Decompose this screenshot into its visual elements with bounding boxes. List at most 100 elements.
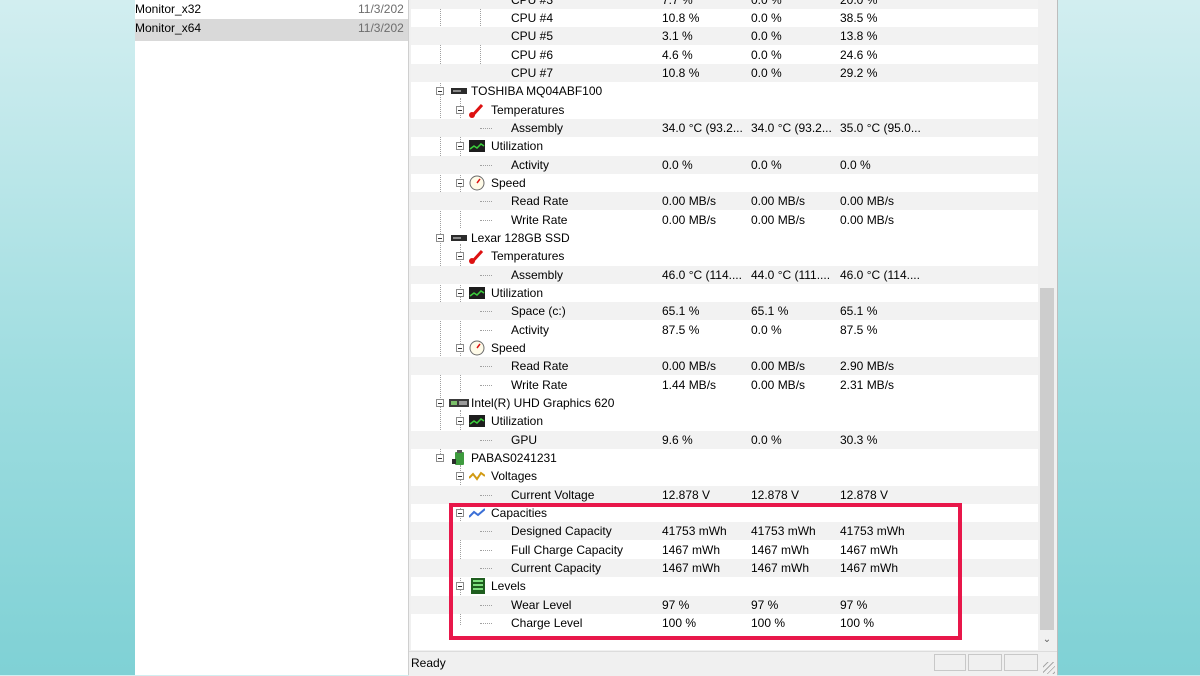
group-row-temperatures[interactable]: Temperatures [411, 247, 1038, 265]
sensor-min: 0.00 MB/s [751, 359, 806, 373]
group-row-voltages[interactable]: Voltages [411, 467, 1038, 485]
status-panel [934, 654, 966, 671]
sensor-row-read-rate[interactable]: Read Rate 0.00 MB/s 0.00 MB/s 2.90 MB/s [411, 357, 1038, 375]
hard-drive-icon [451, 235, 467, 241]
sensor-label: Assembly [511, 121, 564, 135]
sensor-max: 2.31 MB/s [840, 378, 895, 392]
sensor-label: Read Rate [511, 359, 569, 373]
sensor-value: 46.0 °C (114.... [662, 268, 742, 282]
sensor-value: 1.44 MB/s [662, 378, 717, 392]
sensor-value: 10.8 % [662, 11, 700, 25]
highlight-box [449, 503, 962, 640]
group-label: Voltages [491, 469, 538, 483]
file-name: Monitor_x32 [135, 2, 202, 16]
sensor-row-activity[interactable]: Activity 0.0 % 0.0 % 0.0 % [411, 156, 1038, 174]
group-row-utilization[interactable]: Utilization [411, 412, 1038, 430]
sensor-max: 2.90 MB/s [840, 359, 895, 373]
collapse-toggle[interactable] [456, 289, 464, 297]
sensor-label: Write Rate [511, 213, 568, 227]
sensor-min: 12.878 V [751, 488, 800, 502]
sensor-row-assembly[interactable]: Assembly 46.0 °C (114.... 44.0 °C (111..… [411, 266, 1038, 284]
sensor-min: 0.00 MB/s [751, 378, 806, 392]
sensor-min: 0.0 % [751, 29, 782, 43]
device-row-ssd[interactable]: Lexar 128GB SSD [411, 229, 1038, 247]
gauge-icon [469, 175, 485, 191]
collapse-toggle[interactable] [436, 399, 444, 407]
group-row-speed[interactable]: Speed [411, 174, 1038, 192]
status-panel [1004, 654, 1038, 671]
group-label: Utilization [491, 139, 544, 153]
vertical-scrollbar[interactable]: ⌄ [1038, 0, 1056, 650]
sensor-max: 65.1 % [840, 304, 878, 318]
sensor-max: 35.0 °C (95.0... [840, 121, 921, 135]
sensor-label: CPU #7 [511, 66, 554, 80]
sensor-row-cpu-6[interactable]: CPU #6 4.6 % 0.0 % 24.6 % [411, 46, 1038, 64]
group-label: Speed [491, 341, 526, 355]
sensor-row-activity[interactable]: Activity 87.5 % 0.0 % 87.5 % [411, 321, 1038, 339]
sensor-label: CPU #4 [511, 11, 554, 25]
sensor-max: 20.0 % [840, 0, 878, 7]
sensor-label: CPU #5 [511, 29, 554, 43]
scrollbar-thumb[interactable] [1040, 288, 1054, 630]
sensor-row-cpu-4[interactable]: CPU #4 10.8 % 0.0 % 38.5 % [411, 9, 1038, 27]
sensor-row-gpu[interactable]: GPU 9.6 % 0.0 % 30.3 % [411, 431, 1038, 449]
collapse-toggle[interactable] [456, 252, 464, 260]
hard-drive-icon [451, 88, 467, 94]
collapse-toggle[interactable] [436, 234, 444, 242]
file-date: 11/3/202 [358, 21, 404, 35]
sensor-value: 0.0 % [662, 158, 693, 172]
file-explorer-pane: Monitor_x32 11/3/202 Monitor_x64 11/3/20… [135, 0, 409, 675]
collapse-toggle[interactable] [456, 344, 464, 352]
collapse-toggle[interactable] [456, 142, 464, 150]
sensor-min: 0.0 % [751, 48, 782, 62]
tree-guide-line [480, 311, 492, 312]
collapse-toggle[interactable] [456, 417, 464, 425]
tree-guide-line [480, 275, 492, 276]
sensor-row-write-rate[interactable]: Write Rate 1.44 MB/s 0.00 MB/s 2.31 MB/s [411, 376, 1038, 394]
group-row-speed[interactable]: Speed [411, 339, 1038, 357]
sensor-label: Current Voltage [511, 488, 595, 502]
sensor-row-assembly[interactable]: Assembly 34.0 °C (93.2... 34.0 °C (93.2.… [411, 119, 1038, 137]
sensor-value: 65.1 % [662, 304, 700, 318]
sensor-min: 0.0 % [751, 66, 782, 80]
sensor-value: 87.5 % [662, 323, 700, 337]
sensor-label: CPU #6 [511, 48, 554, 62]
tree-guide-line [480, 165, 492, 166]
tree-guide-line [480, 366, 492, 367]
sensor-row-cpu-5[interactable]: CPU #5 3.1 % 0.0 % 13.8 % [411, 27, 1038, 45]
status-text: Ready [411, 656, 446, 670]
sensor-row-cpu-3[interactable]: CPU #3 7.7 % 0.0 % 20.0 % [411, 0, 1038, 9]
sensor-min: 0.00 MB/s [751, 213, 806, 227]
collapse-toggle[interactable] [436, 454, 444, 462]
group-label: Utilization [491, 414, 544, 428]
sensor-row-current-voltage[interactable]: Current Voltage 12.878 V 12.878 V 12.878… [411, 486, 1038, 504]
resize-grip-icon[interactable] [1043, 662, 1055, 674]
device-row-gpu[interactable]: Intel(R) UHD Graphics 620 [411, 394, 1038, 412]
tree-guide-line [480, 385, 492, 386]
group-row-utilization[interactable]: Utilization [411, 284, 1038, 302]
sensor-value: 0.00 MB/s [662, 213, 717, 227]
sensor-max: 46.0 °C (114.... [840, 268, 920, 282]
sensor-label: CPU #3 [511, 0, 554, 7]
sensor-label: GPU [511, 433, 538, 447]
device-row-battery[interactable]: PABAS0241231 [411, 449, 1038, 467]
sensor-row-read-rate[interactable]: Read Rate 0.00 MB/s 0.00 MB/s 0.00 MB/s [411, 192, 1038, 210]
group-label: Temperatures [491, 103, 565, 117]
sensor-row-write-rate[interactable]: Write Rate 0.00 MB/s 0.00 MB/s 0.00 MB/s [411, 211, 1038, 229]
collapse-toggle[interactable] [436, 87, 444, 95]
scroll-down-arrow-icon[interactable]: ⌄ [1038, 632, 1056, 648]
collapse-toggle[interactable] [456, 472, 464, 480]
sensor-min: 65.1 % [751, 304, 789, 318]
thermometer-icon [469, 103, 484, 118]
group-row-utilization[interactable]: Utilization [411, 137, 1038, 155]
file-row-selected[interactable]: Monitor_x64 11/3/202 [135, 19, 409, 41]
group-row-temperatures[interactable]: Temperatures [411, 101, 1038, 119]
device-row-hdd[interactable]: TOSHIBA MQ04ABF100 [411, 82, 1038, 100]
sensor-row-space[interactable]: Space (c:) 65.1 % 65.1 % 65.1 % [411, 302, 1038, 320]
sensor-value: 7.7 % [662, 0, 693, 7]
collapse-toggle[interactable] [456, 106, 464, 114]
utilization-chart-icon [469, 140, 485, 152]
sensor-max: 12.878 V [840, 488, 889, 502]
sensor-row-cpu-7[interactable]: CPU #7 10.8 % 0.0 % 29.2 % [411, 64, 1038, 82]
collapse-toggle[interactable] [456, 179, 464, 187]
